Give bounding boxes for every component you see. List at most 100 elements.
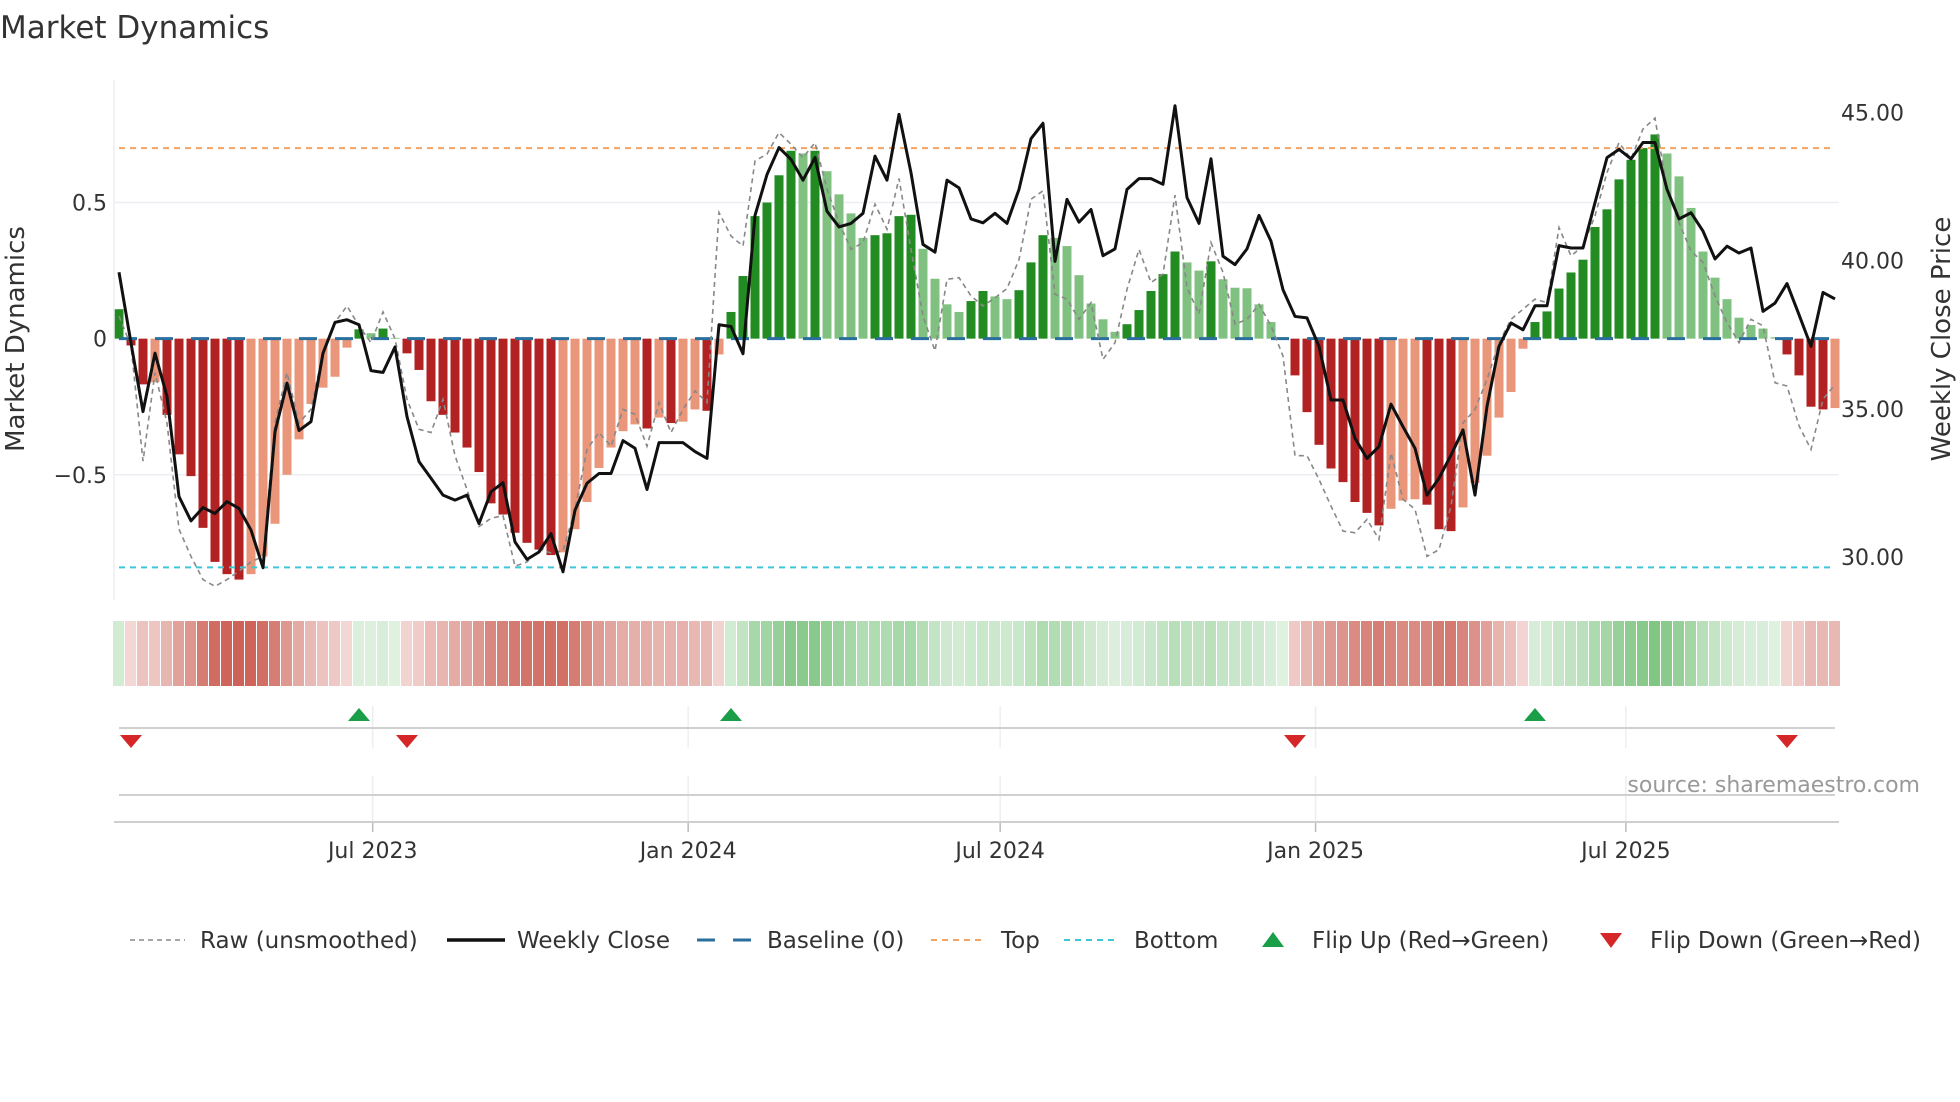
dynamics-bar: [1122, 324, 1132, 339]
regime-cell: [137, 621, 148, 686]
y-tick-label: 0.5: [72, 192, 107, 217]
regime-cell: [1361, 621, 1372, 686]
dynamics-bar: [774, 175, 784, 339]
dynamics-bar: [1830, 338, 1840, 409]
dynamics-bar: [1602, 209, 1612, 339]
regime-cell: [1289, 621, 1300, 686]
dynamics-bar: [1578, 259, 1588, 339]
regime-cell: [581, 621, 592, 686]
regime-cell: [1013, 621, 1024, 686]
dynamics-bar: [1386, 338, 1396, 509]
regime-cell: [677, 621, 688, 686]
dynamics-bar: [1266, 322, 1276, 339]
regime-cell: [1145, 621, 1156, 686]
regime-cell: [569, 621, 580, 686]
regime-cell: [461, 621, 472, 686]
regime-cell: [1421, 621, 1432, 686]
regime-cell: [833, 621, 844, 686]
regime-cell: [1097, 621, 1108, 686]
regime-cell: [233, 621, 244, 686]
regime-cell: [689, 621, 700, 686]
regime-cell: [905, 621, 916, 686]
y-tick-label: −0.5: [54, 464, 107, 489]
regime-cell: [1409, 621, 1420, 686]
y-tick-label: 0: [93, 328, 107, 353]
dynamics-bar: [138, 338, 148, 385]
regime-cell: [1313, 621, 1324, 686]
dynamics-bar: [198, 338, 208, 528]
regime-cell: [1397, 621, 1408, 686]
regime-cell: [449, 621, 460, 686]
y2-tick-label: 40.00: [1841, 250, 1904, 275]
regime-cell: [1061, 621, 1072, 686]
dynamics-bar: [294, 338, 304, 440]
dynamics-bar: [990, 296, 1000, 339]
flip-down-marker: [1776, 735, 1798, 748]
regime-cell: [893, 621, 904, 686]
y2-axis-title: Weekly Close Price: [1927, 217, 1957, 462]
regime-cell: [1169, 621, 1180, 686]
regime-cell: [1109, 621, 1120, 686]
regime-cell: [917, 621, 928, 686]
legend-item-flip_down: Flip Down (Green→Red): [1600, 928, 1921, 954]
dynamics-bar: [642, 338, 652, 429]
regime-cell: [281, 621, 292, 686]
regime-cell: [845, 621, 856, 686]
series-lines: [117, 104, 1836, 588]
dynamics-bar: [966, 301, 976, 339]
dynamics-bar: [1518, 338, 1528, 349]
regime-cell: [497, 621, 508, 686]
regime-cell: [1709, 621, 1720, 686]
regime-cell: [941, 621, 952, 686]
regime-cell: [161, 621, 172, 686]
regime-cell: [1673, 621, 1684, 686]
legend-item-top: Top: [931, 928, 1040, 954]
dynamics-bar: [510, 338, 520, 533]
regime-cell: [605, 621, 616, 686]
legend-label: Top: [1000, 928, 1040, 954]
legend-label: Baseline (0): [767, 928, 904, 954]
regime-cell: [209, 621, 220, 686]
flip-up-icon: [1262, 932, 1284, 947]
dynamics-bar: [1290, 338, 1300, 376]
regime-cell: [125, 621, 136, 686]
dynamics-bar: [474, 338, 484, 473]
bars-layer: [114, 134, 1840, 580]
legend-label: Bottom: [1134, 928, 1218, 954]
dynamics-bar: [486, 338, 496, 504]
dynamics-bar: [678, 338, 688, 422]
regime-cell: [1613, 621, 1624, 686]
dynamics-bar: [942, 304, 952, 339]
regime-cell: [1793, 621, 1804, 686]
regime-cell: [1277, 621, 1288, 686]
legend-label: Flip Down (Green→Red): [1650, 928, 1921, 954]
dynamics-bar: [1062, 246, 1072, 339]
dynamics-bar: [1638, 148, 1648, 339]
regime-cell: [857, 621, 868, 686]
dynamics-bar: [546, 338, 556, 556]
regime-cell: [389, 621, 400, 686]
dynamics-bar: [1026, 262, 1036, 339]
regime-cell: [1589, 621, 1600, 686]
dynamics-bar: [762, 202, 772, 339]
regime-cell: [1121, 621, 1132, 686]
dynamics-bar: [402, 338, 412, 354]
regime-cell: [221, 621, 232, 686]
regime-cell: [329, 621, 340, 686]
dynamics-bar: [810, 150, 820, 339]
dynamics-bar: [858, 237, 868, 339]
regime-cell: [773, 621, 784, 686]
dynamics-bar: [1206, 261, 1216, 339]
regime-cell: [1601, 621, 1612, 686]
dynamics-bar: [1110, 331, 1120, 339]
dynamics-bar: [978, 290, 988, 339]
dynamics-bar: [558, 338, 568, 553]
dynamics-bar: [330, 338, 340, 377]
x-tick-label: Jul 2025: [1579, 839, 1671, 864]
legend-item-raw: Raw (unsmoothed): [130, 928, 418, 954]
regime-cell: [725, 621, 736, 686]
dynamics-bar: [582, 338, 592, 502]
regime-cell: [1493, 621, 1504, 686]
regime-cell: [1433, 621, 1444, 686]
dynamics-bar: [522, 338, 532, 543]
